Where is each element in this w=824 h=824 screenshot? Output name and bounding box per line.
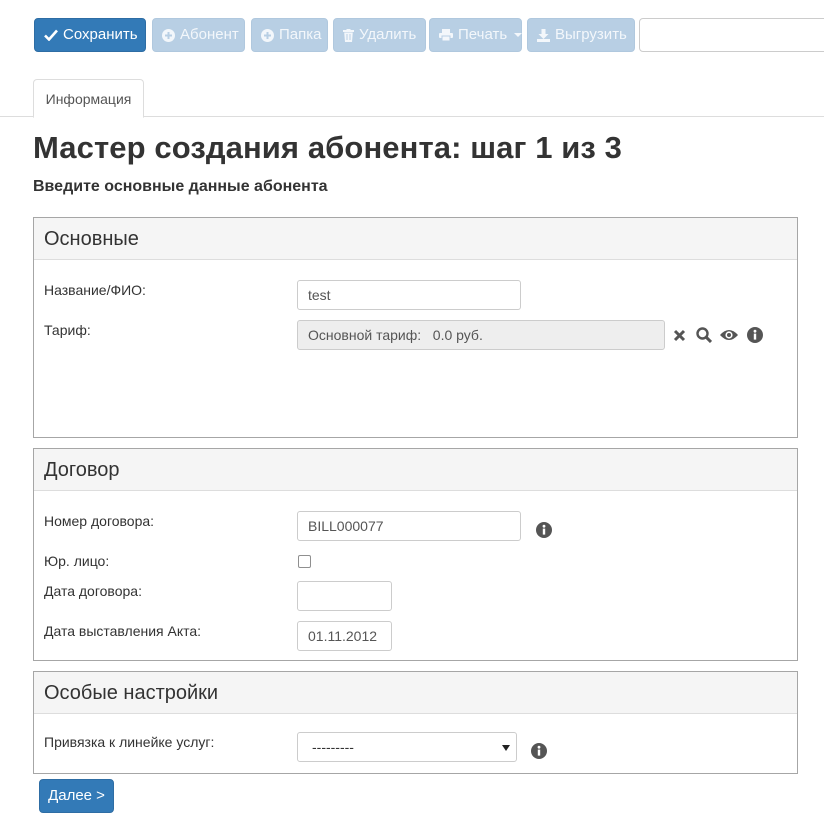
add-folder-button[interactable]: Папка	[251, 18, 328, 52]
page-title: Мастер создания абонента: шаг 1 из 3	[33, 130, 622, 165]
info-icon[interactable]	[530, 742, 548, 760]
tariff-field[interactable]: Основной тариф: 0.0 руб.	[297, 320, 665, 350]
search-input[interactable]	[639, 18, 824, 52]
info-icon[interactable]	[746, 326, 764, 344]
contract-number-label: Номер договора:	[44, 513, 155, 529]
contract-date-field[interactable]	[297, 581, 392, 611]
save-button[interactable]: Сохранить	[34, 18, 146, 52]
dropdown-arrow-icon	[502, 745, 510, 751]
service-line-select[interactable]: ---------	[297, 732, 517, 762]
special-settings-title: Особые настройки	[34, 672, 797, 714]
name-label: Название/ФИО:	[44, 282, 146, 298]
page-subtitle: Введите основные данные абонента	[33, 178, 328, 195]
tab-bar: Информация	[0, 79, 824, 118]
delete-button[interactable]: Удалить	[333, 18, 426, 52]
export-button[interactable]: Выгрузить	[527, 18, 635, 52]
legal-entity-label: Юр. лицо:	[44, 553, 110, 569]
eye-icon[interactable]	[718, 326, 740, 344]
save-button-label: Сохранить	[63, 26, 138, 43]
add-folder-label: Папка	[279, 26, 322, 43]
add-subscriber-label: Абонент	[180, 26, 239, 43]
printer-icon	[439, 29, 453, 41]
basic-section: Основные Название/ФИО: test Тариф: Основ…	[33, 217, 798, 438]
contract-number-field[interactable]: BILL000077	[297, 511, 521, 541]
plus-circle-icon	[261, 28, 274, 42]
clear-icon[interactable]	[671, 327, 687, 343]
tab-information-label: Информация	[45, 91, 132, 107]
special-settings-section: Особые настройки Привязка к линейке услу…	[33, 671, 798, 774]
chevron-down-icon	[514, 33, 523, 37]
act-date-field[interactable]: 01.11.2012	[297, 621, 392, 651]
export-button-label: Выгрузить	[555, 26, 627, 43]
delete-button-label: Удалить	[359, 26, 417, 43]
legal-entity-checkbox[interactable]	[298, 555, 311, 568]
contract-section: Договор Номер договора: BILL000077 Юр. л…	[33, 448, 798, 661]
check-icon	[44, 29, 58, 41]
act-date-label: Дата выставления Акта:	[44, 623, 202, 639]
trash-icon	[343, 28, 354, 42]
toolbar: Сохранить Абонент Папка Удалить Печать В…	[34, 18, 824, 52]
download-icon	[537, 28, 550, 42]
tariff-label: Тариф:	[44, 322, 91, 338]
print-dropdown-button[interactable]: Печать	[429, 18, 523, 52]
service-line-selected: ---------	[312, 739, 354, 755]
service-line-label: Привязка к линейке услуг:	[44, 734, 215, 750]
add-subscriber-button[interactable]: Абонент	[152, 18, 245, 52]
search-icon[interactable]	[695, 326, 713, 344]
tab-information[interactable]: Информация	[33, 79, 144, 118]
info-icon[interactable]	[535, 521, 553, 539]
name-field[interactable]: test	[297, 280, 521, 310]
basic-section-title: Основные	[34, 218, 797, 260]
next-button[interactable]: Далее >	[39, 779, 114, 813]
print-button-label: Печать	[458, 26, 508, 43]
contract-section-title: Договор	[34, 449, 797, 491]
contract-date-label: Дата договора:	[44, 583, 142, 599]
plus-circle-icon	[162, 28, 175, 42]
